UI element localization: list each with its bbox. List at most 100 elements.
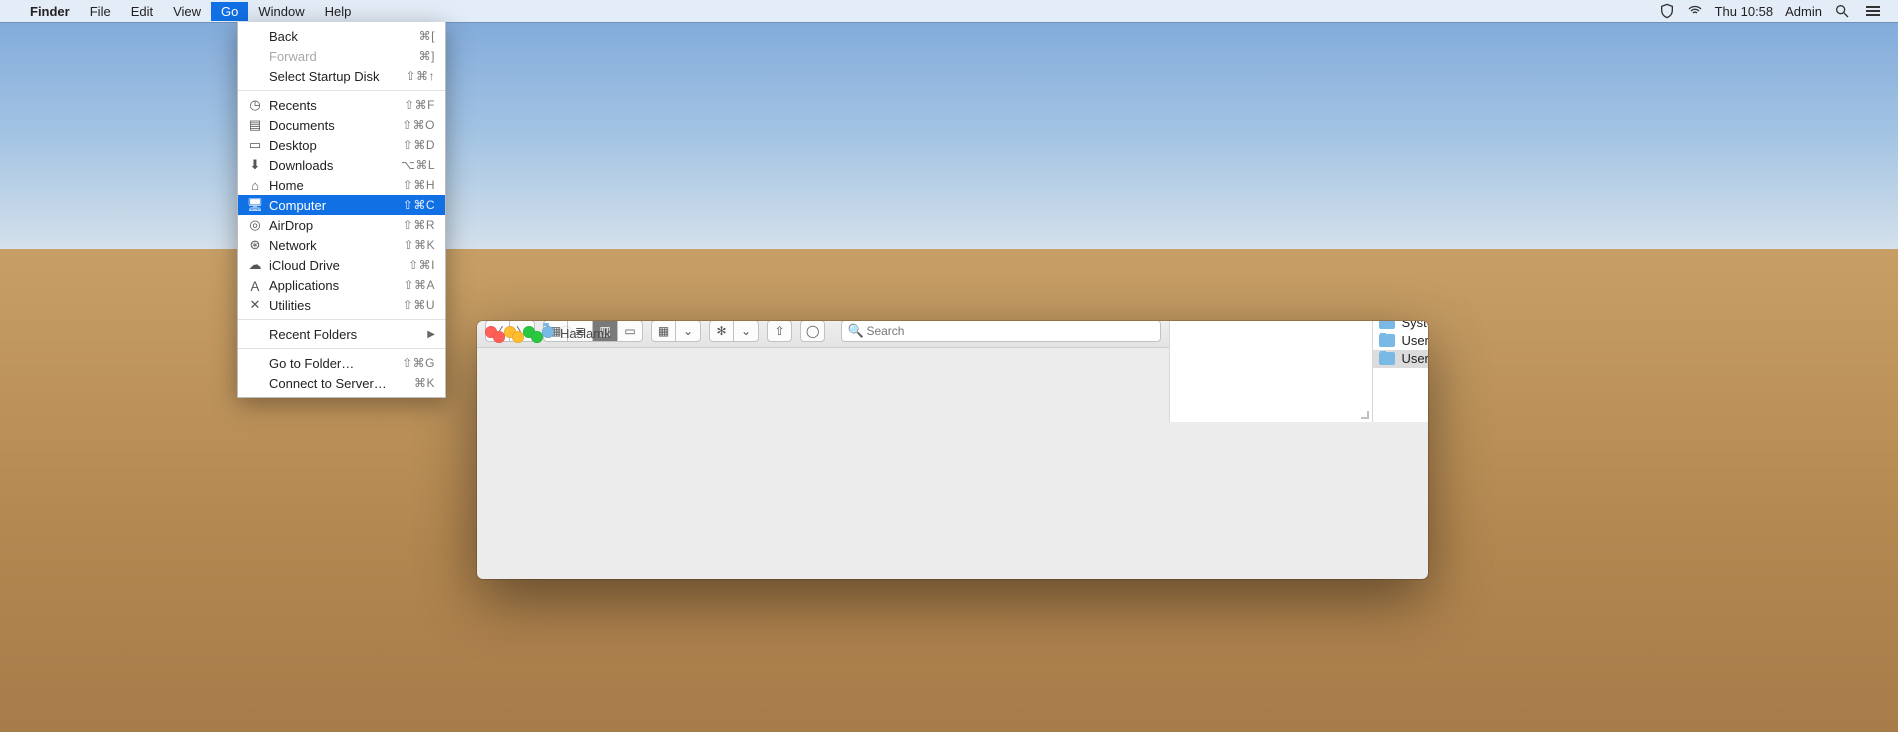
app-menu[interactable]: Finder <box>20 2 80 21</box>
menu-item-utilities[interactable]: ✕ Utilities ⇧⌘U <box>238 295 445 315</box>
menu-item-label: Applications <box>269 278 339 293</box>
window-controls: Haslamk <box>485 326 572 338</box>
shortcut-label: ⇧⌘H <box>403 178 435 192</box>
menu-item-label: Go to Folder… <box>269 356 354 371</box>
column-item-system[interactable]: System▶ <box>1373 321 1428 332</box>
menu-item-desktop[interactable]: ▭ Desktop ⇧⌘D <box>238 135 445 155</box>
menu-item-label: iCloud Drive <box>269 258 340 273</box>
finder-columns: Macintosh HD▶Network▶Remote Disc▶Applica… <box>1170 321 1428 422</box>
computer-icon: 🖥 <box>248 197 262 213</box>
menu-item-forward: Forward ⌘] <box>238 46 445 66</box>
menu-item-label: Documents <box>269 118 335 133</box>
column-item-users[interactable]: Users▶ <box>1373 350 1428 368</box>
shortcut-label: ⇧⌘↑ <box>405 69 435 83</box>
menu-item-label: Computer <box>269 198 326 213</box>
menu-item-label: Utilities <box>269 298 311 313</box>
menu-item-label: Network <box>269 238 317 253</box>
menu-file[interactable]: File <box>80 2 121 21</box>
shortcut-label: ⌘[ <box>419 29 435 43</box>
shortcut-label: ⌘] <box>419 49 435 63</box>
folder-icon <box>542 326 554 338</box>
airdrop-icon: ◎ <box>248 217 262 233</box>
minimize-button[interactable] <box>512 331 524 343</box>
menu-item-go-to-folder-[interactable]: Go to Folder… ⇧⌘G <box>238 353 445 373</box>
shortcut-label: ⇧⌘U <box>403 298 435 312</box>
item-label: User Information <box>1401 333 1428 348</box>
menu-item-label: Desktop <box>269 138 317 153</box>
tags-button[interactable]: ◯ <box>800 321 825 342</box>
menu-go[interactable]: Go <box>211 2 248 21</box>
utilities-icon: ✕ <box>248 297 262 313</box>
menu-item-select-startup-disk[interactable]: Select Startup Disk ⇧⌘↑ <box>238 66 445 86</box>
apps-icon: Ａ <box>248 276 262 295</box>
folder-icon <box>1379 321 1395 329</box>
shortcut-label: ⇧⌘I <box>408 258 435 272</box>
notification-center-icon[interactable] <box>1856 6 1890 16</box>
network-icon: ⊛ <box>248 237 262 253</box>
menu-item-recents[interactable]: ◷ Recents ⇧⌘F <box>238 95 445 115</box>
column-1: Applications▶Incompatible Software▶Libra… <box>1373 321 1428 422</box>
menu-item-network[interactable]: ⊛ Network ⇧⌘K <box>238 235 445 255</box>
shortcut-label: ⇧⌘D <box>403 138 435 152</box>
menu-item-label: Home <box>269 178 304 193</box>
group-by-button[interactable]: ▦⌄ <box>651 321 701 342</box>
window-title: Haslamk <box>560 326 572 338</box>
menu-item-computer[interactable]: 🖥 Computer ⇧⌘C <box>238 195 445 215</box>
shield-icon[interactable] <box>1653 3 1681 19</box>
shortcut-label: ⇧⌘C <box>403 198 435 212</box>
submenu-arrow-icon: ▶ <box>427 329 435 340</box>
clock-icon: ◷ <box>248 97 262 113</box>
search-icon: 🔍 <box>847 323 863 339</box>
menu-view[interactable]: View <box>163 2 211 21</box>
menu-item-label: Recents <box>269 98 317 113</box>
menu-item-airdrop[interactable]: ◎AirDrop⇧⌘R <box>238 215 445 235</box>
menu-help[interactable]: Help <box>315 2 362 21</box>
menu-item-label: Back <box>269 29 298 44</box>
menu-item-label: Forward <box>269 49 317 64</box>
shortcut-label: ⌥⌘L <box>401 158 435 172</box>
finder-titlebar[interactable]: Haslamk 〈 〉 ▦ ≣ ▥ ▭ ▦⌄ ✻⌄ ⇧ ◯ 🔍 Favourit… <box>477 321 1428 343</box>
menu-item-back[interactable]: Back ⌘[ <box>238 26 445 46</box>
menu-item-documents[interactable]: ▤Documents⇧⌘O <box>238 115 445 135</box>
home-icon: ⌂ <box>248 178 262 193</box>
desktop-icon: ▭ <box>248 137 262 153</box>
menu-item-label: Select Startup Disk <box>269 69 380 84</box>
menu-item-label: Recent Folders <box>269 327 357 342</box>
menubar: Finder FileEditViewGoWindowHelp Thu 10:5… <box>0 0 1898 22</box>
menu-edit[interactable]: Edit <box>121 2 163 21</box>
shortcut-label: ⌘K <box>414 376 435 390</box>
menu-item-label: AirDrop <box>269 218 313 233</box>
action-menu-button[interactable]: ✻⌄ <box>709 321 759 342</box>
go-menu-dropdown: Back ⌘[ Forward ⌘] Select Startup Disk ⇧⌘↑ ◷… <box>237 22 446 398</box>
share-button[interactable]: ⇧ <box>767 321 792 342</box>
shortcut-label: ⇧⌘O <box>402 118 435 132</box>
menu-item-applications[interactable]: Ａ Applications ⇧⌘A <box>238 275 445 295</box>
spotlight-icon[interactable] <box>1828 3 1856 19</box>
menu-item-home[interactable]: ⌂ Home ⇧⌘H <box>238 175 445 195</box>
shortcut-label: ⇧⌘F <box>404 98 435 112</box>
folder-icon <box>1379 352 1395 365</box>
close-button[interactable] <box>493 331 505 343</box>
menu-item-downloads[interactable]: ⬇Downloads⌥⌘L <box>238 155 445 175</box>
menu-window[interactable]: Window <box>248 2 314 21</box>
finder-window: Haslamk 〈 〉 ▦ ≣ ▥ ▭ ▦⌄ ✻⌄ ⇧ ◯ 🔍 Favourit… <box>477 321 1428 579</box>
wifi-icon[interactable] <box>1681 3 1709 19</box>
cloud-icon: ☁ <box>248 257 262 273</box>
item-label: System <box>1401 321 1428 330</box>
menu-item-icloud-drive[interactable]: ☁ iCloud Drive ⇧⌘I <box>238 255 445 275</box>
download-icon: ⬇ <box>248 157 262 173</box>
shortcut-label: ⇧⌘A <box>403 278 435 292</box>
shortcut-label: ⇧⌘K <box>403 238 435 252</box>
menu-item-label: Connect to Server… <box>269 376 387 391</box>
user-name[interactable]: Admin <box>1779 4 1828 19</box>
item-label: Users <box>1401 351 1428 366</box>
search-field-wrap: 🔍 <box>841 321 1161 342</box>
column-0: Macintosh HD▶Network▶Remote Disc▶ <box>1170 321 1373 422</box>
gallery-view-button[interactable]: ▭ <box>618 321 643 342</box>
menu-item-recent-folders[interactable]: Recent Folders ▶ <box>238 324 445 344</box>
column-item-user-information[interactable]: User Information▶ <box>1373 332 1428 350</box>
menu-item-connect-to-server-[interactable]: Connect to Server… ⌘K <box>238 373 445 393</box>
search-input[interactable] <box>841 321 1161 342</box>
shortcut-label: ⇧⌘G <box>402 356 435 370</box>
clock-time[interactable]: Thu 10:58 <box>1709 4 1780 19</box>
